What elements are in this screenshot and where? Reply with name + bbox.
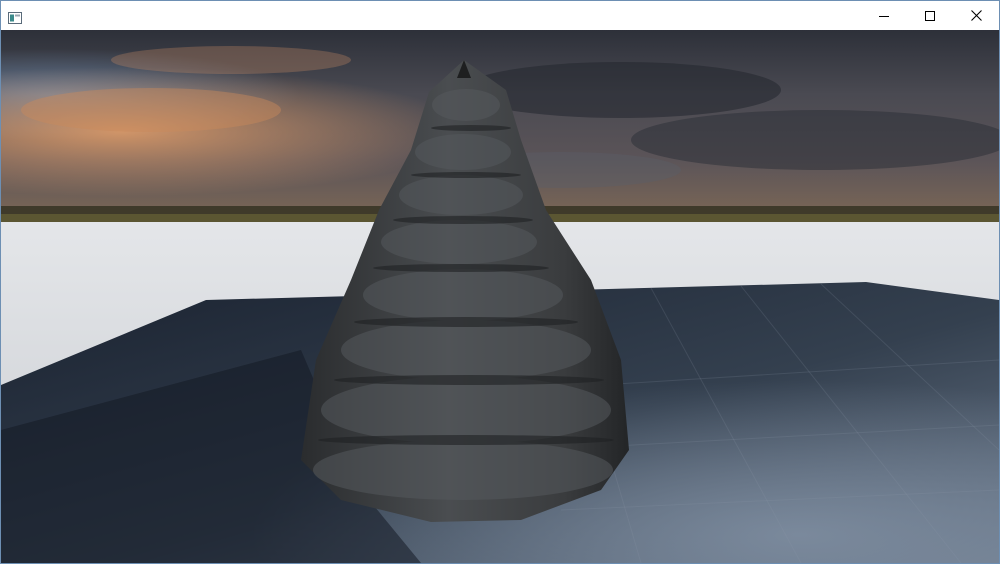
close-button[interactable] xyxy=(953,1,999,30)
maximize-icon xyxy=(925,10,935,21)
title-bar[interactable] xyxy=(1,1,999,30)
maximize-button[interactable] xyxy=(907,1,953,30)
3d-viewport[interactable] xyxy=(1,30,999,563)
app-icon xyxy=(8,9,22,24)
close-icon xyxy=(970,10,982,21)
minimize-button[interactable] xyxy=(861,1,907,30)
scene-render xyxy=(1,30,999,563)
minimize-icon xyxy=(879,11,889,21)
application-window xyxy=(0,0,1000,564)
